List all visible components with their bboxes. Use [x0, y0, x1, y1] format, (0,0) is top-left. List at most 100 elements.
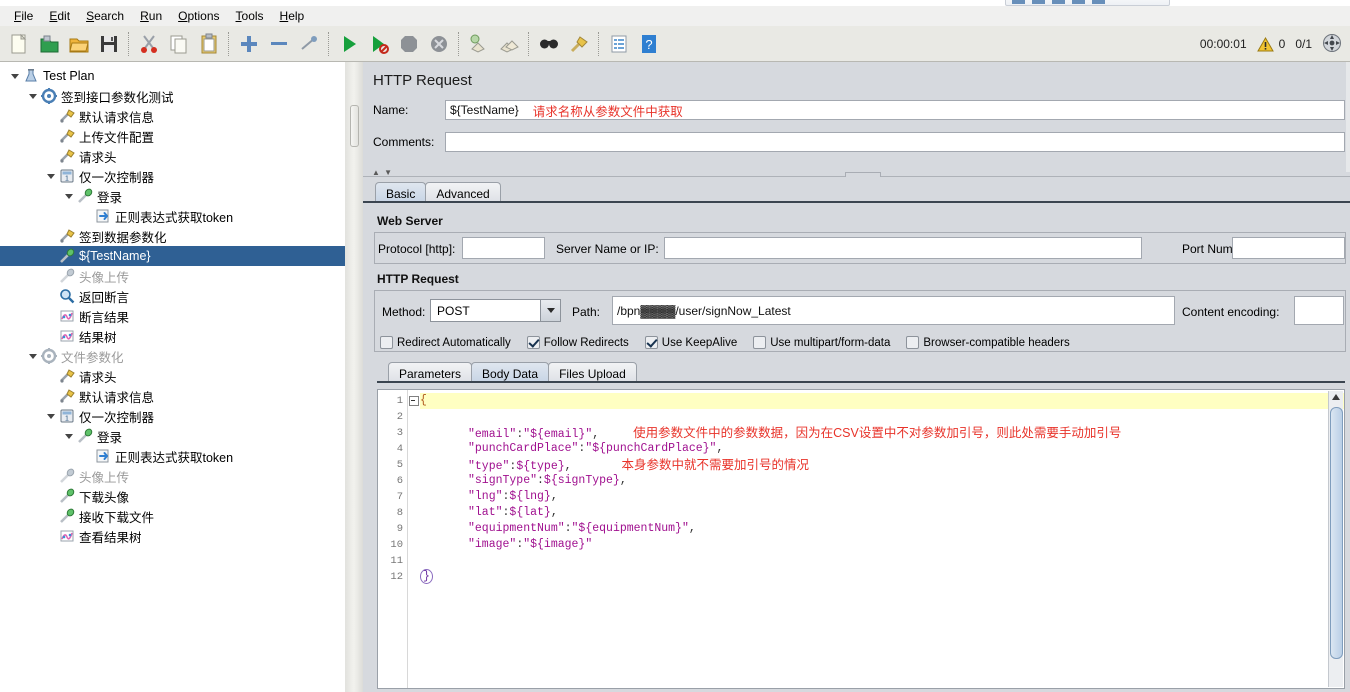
menu-item-file[interactable]: File: [6, 7, 41, 25]
tab-basic[interactable]: Basic: [375, 182, 427, 201]
checkbox-use-multipart-form-data[interactable]: [753, 336, 767, 349]
overlay-icon-2[interactable]: [1032, 0, 1045, 4]
tree-toggle-open-icon[interactable]: [44, 413, 58, 419]
test-plan-tree[interactable]: Test Plan 签到接口参数化测试 默认请求信息 上传文件配置 请求头 1 仅一次控制器…: [0, 62, 346, 692]
port-number-input[interactable]: [1232, 237, 1345, 259]
menu-item-search[interactable]: Search: [78, 7, 132, 25]
tree-node[interactable]: 头像上传: [0, 266, 345, 286]
editor-code-line[interactable]: [420, 409, 1344, 425]
editor-fold-column[interactable]: [408, 390, 420, 688]
editor-code-line[interactable]: "signType":${signType},: [420, 473, 1344, 489]
menu-item-edit[interactable]: Edit: [41, 7, 78, 25]
tree-node[interactable]: 文件参数化: [0, 346, 345, 366]
editor-code-line[interactable]: "type":${type}, 本身参数中就不需要加引号的情况: [420, 457, 1344, 473]
editor-code-line[interactable]: "image":"${image}": [420, 537, 1344, 553]
tree-node[interactable]: 下载头像: [0, 486, 345, 506]
tree-node[interactable]: 请求头: [0, 146, 345, 166]
tree-node[interactable]: 正则表达式获取token: [0, 206, 345, 226]
tree-toggle-open-icon[interactable]: [26, 353, 40, 359]
shutdown-icon[interactable]: [424, 29, 454, 59]
tree-node[interactable]: Test Plan: [0, 66, 345, 86]
open-folder-icon[interactable]: [64, 29, 94, 59]
tree-node[interactable]: 1 仅一次控制器: [0, 166, 345, 186]
content-encoding-input[interactable]: [1294, 296, 1344, 325]
editor-code-line[interactable]: "email":"${email}", 使用参数文件中的参数数据，因为在CSV设置…: [420, 425, 1344, 441]
new-file-icon[interactable]: [4, 29, 34, 59]
tree-node[interactable]: 签到接口参数化测试: [0, 86, 345, 106]
editor-code-line[interactable]: }: [420, 569, 1344, 585]
split-divider-grip[interactable]: [350, 105, 359, 147]
fold-toggle-icon[interactable]: [408, 393, 420, 409]
tree-node[interactable]: 登录: [0, 186, 345, 206]
editor-code-line[interactable]: "equipmentNum":"${equipmentNum}",: [420, 521, 1344, 537]
checkbox-use-keepalive[interactable]: [644, 336, 658, 349]
editor-vertical-scrollbar[interactable]: [1328, 391, 1343, 687]
tab-files-upload[interactable]: Files Upload: [548, 362, 637, 381]
path-input[interactable]: /bpn▓▓▓▓/user/signNow_Latest: [612, 296, 1175, 325]
tree-node[interactable]: 正则表达式获取token: [0, 446, 345, 466]
tree-toggle-open-icon[interactable]: [62, 193, 76, 199]
function-helper-icon[interactable]: [604, 29, 634, 59]
tree-node[interactable]: 1 仅一次控制器: [0, 406, 345, 426]
panel-scroll-track[interactable]: [1346, 62, 1350, 172]
name-input[interactable]: ${TestName} 请求名称从参数文件中获取: [445, 100, 1345, 120]
stop-icon[interactable]: [394, 29, 424, 59]
save-icon[interactable]: [94, 29, 124, 59]
expand-icon[interactable]: [234, 29, 264, 59]
panel-separator-notch[interactable]: [845, 172, 881, 177]
body-tabs[interactable]: Parameters Body Data Files Upload: [388, 362, 637, 381]
editor-code-line[interactable]: [420, 553, 1344, 569]
clear-icon[interactable]: [464, 29, 494, 59]
checkbox-follow-redirects[interactable]: [526, 336, 540, 349]
editor-code-area[interactable]: { "email":"${email}", 使用参数文件中的参数数据，因为在CSV…: [420, 390, 1344, 688]
menu-item-run[interactable]: Run: [132, 7, 170, 25]
tab-parameters[interactable]: Parameters: [388, 362, 473, 381]
collapse-icon[interactable]: [264, 29, 294, 59]
protocol-input[interactable]: [462, 237, 545, 259]
comments-input[interactable]: [445, 132, 1345, 152]
search-reset-icon[interactable]: [564, 29, 594, 59]
tree-node[interactable]: 默认请求信息: [0, 106, 345, 126]
server-name-input[interactable]: [664, 237, 1142, 259]
tree-node[interactable]: 结果树: [0, 326, 345, 346]
cut-icon[interactable]: [134, 29, 164, 59]
expand-all-icon[interactable]: [1322, 33, 1342, 56]
overlay-icon-5[interactable]: [1092, 0, 1105, 4]
menu-item-options[interactable]: Options: [170, 7, 227, 25]
open-template-icon[interactable]: [34, 29, 64, 59]
tree-toggle-open-icon[interactable]: [44, 173, 58, 179]
overlay-icon-1[interactable]: [1012, 0, 1025, 4]
tree-node[interactable]: 请求头: [0, 366, 345, 386]
help-icon[interactable]: ?: [634, 29, 664, 59]
tree-node[interactable]: 默认请求信息: [0, 386, 345, 406]
tree-node[interactable]: 上传文件配置: [0, 126, 345, 146]
tree-toggle-open-icon[interactable]: [8, 73, 22, 79]
method-select[interactable]: POST: [430, 299, 561, 322]
split-divider[interactable]: [345, 62, 364, 692]
chevron-down-icon[interactable]: [540, 300, 560, 321]
start-no-pauses-icon[interactable]: [364, 29, 394, 59]
menu-item-help[interactable]: Help: [272, 7, 313, 25]
tree-node[interactable]: 断言结果: [0, 306, 345, 326]
editor-code-line[interactable]: "lng":${lng},: [420, 489, 1344, 505]
toggle-icon[interactable]: [294, 29, 324, 59]
tab-body-data[interactable]: Body Data: [471, 362, 550, 381]
start-icon[interactable]: [334, 29, 364, 59]
warning-indicator[interactable]: 0: [1256, 36, 1285, 52]
paste-icon[interactable]: [194, 29, 224, 59]
tree-node[interactable]: 接收下载文件: [0, 506, 345, 526]
tree-node[interactable]: 登录: [0, 426, 345, 446]
menu-item-tools[interactable]: Tools: [228, 7, 272, 25]
clear-all-icon[interactable]: [494, 29, 524, 59]
copy-icon[interactable]: [164, 29, 194, 59]
search-icon[interactable]: [534, 29, 564, 59]
editor-code-line[interactable]: {: [420, 393, 1344, 409]
tree-node[interactable]: 查看结果树: [0, 526, 345, 546]
overlay-icon-4[interactable]: [1072, 0, 1085, 4]
tree-node[interactable]: ${TestName}: [0, 246, 345, 266]
checkbox-browser-compatible-headers[interactable]: [906, 336, 920, 349]
tree-toggle-open-icon[interactable]: [26, 93, 40, 99]
tree-node[interactable]: 返回断言: [0, 286, 345, 306]
tree-toggle-open-icon[interactable]: [62, 433, 76, 439]
checkbox-redirect-automatically[interactable]: [380, 336, 393, 349]
